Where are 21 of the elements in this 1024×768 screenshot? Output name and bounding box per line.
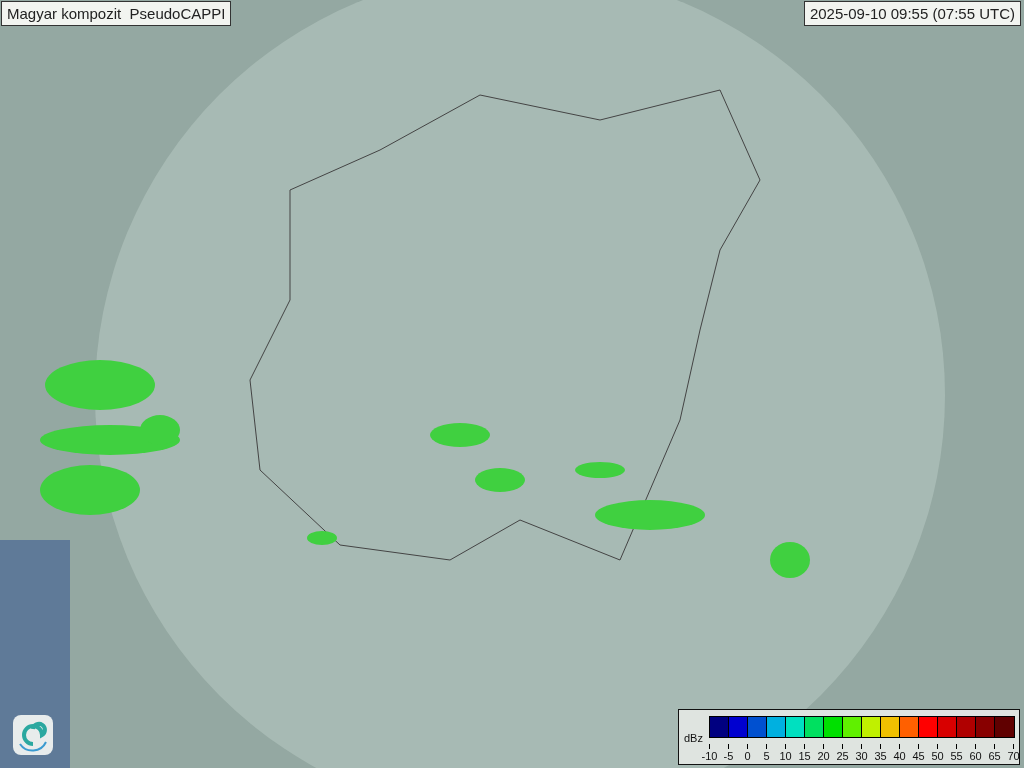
scale-tick-label: 0	[744, 750, 751, 762]
timestamp: 2025-09-10 09:55 (07:55 UTC)	[803, 1, 1021, 26]
scale-tick-label: -5	[723, 750, 734, 762]
scale-tick-label: 20	[817, 750, 830, 762]
scale-tick-label: 30	[855, 750, 868, 762]
scale-tick-label: 70	[1007, 750, 1020, 762]
scale-tick-label: 55	[950, 750, 963, 762]
scale-tick-label: 65	[988, 750, 1001, 762]
scale-tick-label: 5	[763, 750, 770, 762]
legend-unit: dBz	[684, 732, 703, 744]
scale-tick-label: 10	[779, 750, 792, 762]
scale-tick-label: 45	[912, 750, 925, 762]
scale-tick-label: 15	[798, 750, 811, 762]
map-title: Magyar kompozit PseudoCAPPI	[1, 1, 232, 26]
swirl-logo-icon	[12, 714, 54, 756]
scale-tick-label: 60	[969, 750, 982, 762]
scale-tick-label: -10	[701, 750, 718, 762]
scale-tick-label: 25	[836, 750, 849, 762]
scale-tick-label: 40	[893, 750, 906, 762]
scale-tick-label: 50	[931, 750, 944, 762]
scale-tick-label: 35	[874, 750, 887, 762]
